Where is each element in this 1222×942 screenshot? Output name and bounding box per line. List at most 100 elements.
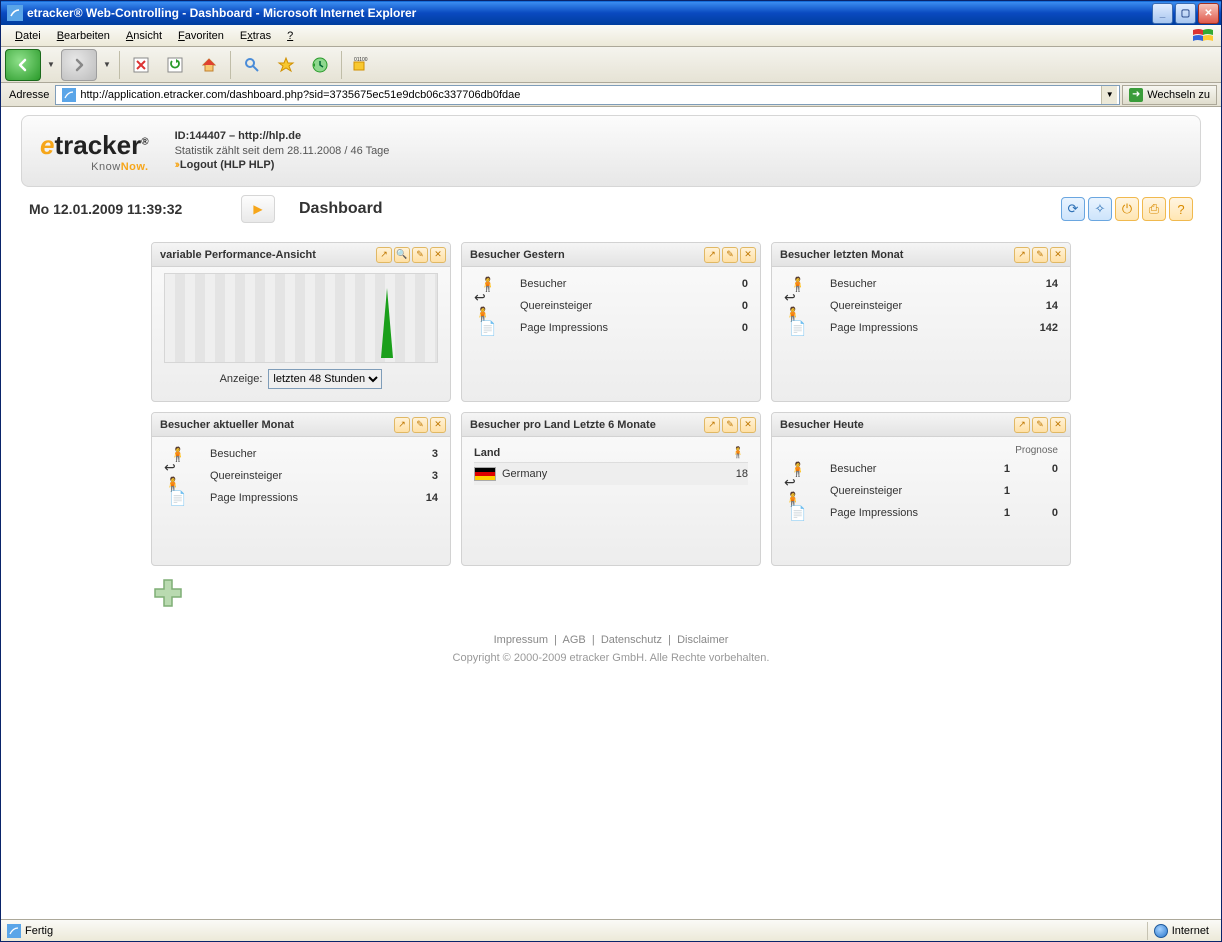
pages-icon: 📄 (164, 490, 192, 507)
stat-row: 📄Page Impressions142 (784, 317, 1058, 339)
chart-spike (381, 288, 393, 358)
menu-favoriten[interactable]: Favoriten (170, 28, 232, 44)
history-button[interactable] (305, 50, 335, 80)
favorites-button[interactable] (271, 50, 301, 80)
footer-link-impressum[interactable]: Impressum (494, 634, 548, 646)
stat-row: 📄Page Impressions14 (164, 487, 438, 509)
entry-icon: ↩🧍 (784, 474, 812, 508)
widget-detail-button[interactable]: ↗ (1014, 417, 1030, 433)
status-text: Fertig (25, 925, 1147, 937)
browser-toolbar: ▼ ▼ 01100 (1, 47, 1221, 83)
prognose-header: Prognose (784, 443, 1058, 458)
land-table-row[interactable]: Germany 18 (474, 463, 748, 485)
widget-detail-button[interactable]: ↗ (376, 247, 392, 263)
widget-title: Besucher Heute (780, 419, 1014, 431)
print-action-button[interactable]: ⎙ (1142, 197, 1166, 221)
go-label: Wechseln zu (1147, 89, 1210, 101)
pages-icon: 📄 (474, 320, 502, 337)
footer-link-datenschutz[interactable]: Datenschutz (601, 634, 662, 646)
status-icon (7, 924, 21, 938)
widget-close-button[interactable]: ✕ (740, 417, 756, 433)
menu-extras[interactable]: Extras (232, 28, 279, 44)
widget-detail-button[interactable]: ↗ (704, 247, 720, 263)
widget-close-button[interactable]: ✕ (740, 247, 756, 263)
widget-zoom-button[interactable]: 🔍 (394, 247, 410, 263)
back-button[interactable] (5, 49, 41, 81)
widget-heute: Besucher Heute ↗ ✎ ✕ Prognose 🧍Besucher1… (771, 412, 1071, 566)
menu-datei[interactable]: Datei (7, 28, 49, 44)
refresh-action-button[interactable]: ⟳ (1061, 197, 1085, 221)
pages-icon: 📄 (784, 505, 812, 522)
help-action-button[interactable]: ? (1169, 197, 1193, 221)
stat-row: 🧍Besucher14 (784, 273, 1058, 295)
address-dropdown[interactable]: ▼ (1101, 86, 1117, 104)
menu-help[interactable]: ? (279, 28, 301, 44)
sub-bar: Mo 12.01.2009 11:39:32 ▶ Dashboard ⟳ ✧ ⏻… (21, 192, 1201, 226)
person-icon: 🧍 (728, 446, 748, 459)
stat-row: 📄Page Impressions10 (784, 502, 1058, 524)
minimize-button[interactable]: _ (1152, 3, 1173, 24)
performance-chart (164, 273, 438, 363)
power-action-button[interactable]: ⏻ (1115, 197, 1139, 221)
widget-detail-button[interactable]: ↗ (704, 417, 720, 433)
stat-row: 🧍Besucher3 (164, 443, 438, 465)
widget-close-button[interactable]: ✕ (1050, 247, 1066, 263)
widget-title: Besucher pro Land Letzte 6 Monate (470, 419, 704, 431)
extension-button[interactable]: 01100 (348, 50, 378, 80)
add-widget-button[interactable] (151, 576, 185, 610)
logout-link[interactable]: ››Logout (HLP HLP) (175, 159, 275, 171)
globe-icon (1154, 924, 1168, 938)
address-input[interactable] (80, 89, 1101, 101)
forward-button[interactable] (61, 49, 97, 81)
widget-config-button[interactable]: ✎ (1032, 247, 1048, 263)
go-icon: ➜ (1129, 88, 1143, 102)
stop-button[interactable] (126, 50, 156, 80)
widget-title: Besucher Gestern (470, 249, 704, 261)
close-button[interactable]: ✕ (1198, 3, 1219, 24)
flag-de-icon (474, 467, 496, 481)
settings-action-button[interactable]: ✧ (1088, 197, 1112, 221)
window-titlebar: etracker® Web-Controlling - Dashboard - … (1, 1, 1221, 25)
widget-config-button[interactable]: ✎ (722, 247, 738, 263)
widget-letzter-monat: Besucher letzten Monat ↗ ✎ ✕ 🧍Besucher14… (771, 242, 1071, 402)
menu-bearbeiten[interactable]: Bearbeiten (49, 28, 118, 44)
maximize-button[interactable]: ▢ (1175, 3, 1196, 24)
refresh-button[interactable] (160, 50, 190, 80)
window-title: etracker® Web-Controlling - Dashboard - … (27, 6, 1152, 20)
stat-row: ↩🧍Quereinsteiger3 (164, 465, 438, 487)
anzeige-select[interactable]: letzten 48 Stunden (268, 369, 382, 389)
zone-label: Internet (1172, 925, 1209, 937)
app-icon (7, 5, 23, 21)
home-button[interactable] (194, 50, 224, 80)
search-button[interactable] (237, 50, 267, 80)
status-zone: Internet (1147, 922, 1215, 940)
land-table-header: Land 🧍 (474, 443, 748, 463)
widget-title: Besucher aktueller Monat (160, 419, 394, 431)
realtime-toggle-button[interactable]: ▶ (241, 195, 275, 223)
widget-close-button[interactable]: ✕ (1050, 417, 1066, 433)
widget-config-button[interactable]: ✎ (412, 247, 428, 263)
go-button[interactable]: ➜ Wechseln zu (1122, 85, 1217, 105)
entry-icon: ↩🧍 (164, 459, 192, 493)
footer-copyright: Copyright © 2000-2009 etracker GmbH. All… (21, 652, 1201, 664)
address-bar: Adresse ▼ ➜ Wechseln zu (1, 83, 1221, 107)
widget-config-button[interactable]: ✎ (412, 417, 428, 433)
menubar: Datei Bearbeiten Ansicht Favoriten Extra… (1, 25, 1221, 47)
forward-dropdown[interactable]: ▼ (101, 60, 113, 69)
address-input-wrapper: ▼ (55, 85, 1120, 105)
page-footer: Impressum | AGB | Datenschutz | Disclaim… (21, 610, 1201, 672)
stat-row: ↩🧍Quereinsteiger14 (784, 295, 1058, 317)
app-header: etracker® KnowNow. ID:144407 – http://hl… (21, 115, 1201, 187)
widget-detail-button[interactable]: ↗ (394, 417, 410, 433)
widget-close-button[interactable]: ✕ (430, 417, 446, 433)
widget-detail-button[interactable]: ↗ (1014, 247, 1030, 263)
footer-link-agb[interactable]: AGB (562, 634, 585, 646)
widget-config-button[interactable]: ✎ (1032, 417, 1048, 433)
footer-link-disclaimer[interactable]: Disclaimer (677, 634, 728, 646)
widget-performance: variable Performance-Ansicht ↗ 🔍 ✎ ✕ (151, 242, 451, 402)
menu-ansicht[interactable]: Ansicht (118, 28, 170, 44)
widget-config-button[interactable]: ✎ (722, 417, 738, 433)
widget-aktueller-monat: Besucher aktueller Monat ↗ ✎ ✕ 🧍Besucher… (151, 412, 451, 566)
back-dropdown[interactable]: ▼ (45, 60, 57, 69)
widget-close-button[interactable]: ✕ (430, 247, 446, 263)
